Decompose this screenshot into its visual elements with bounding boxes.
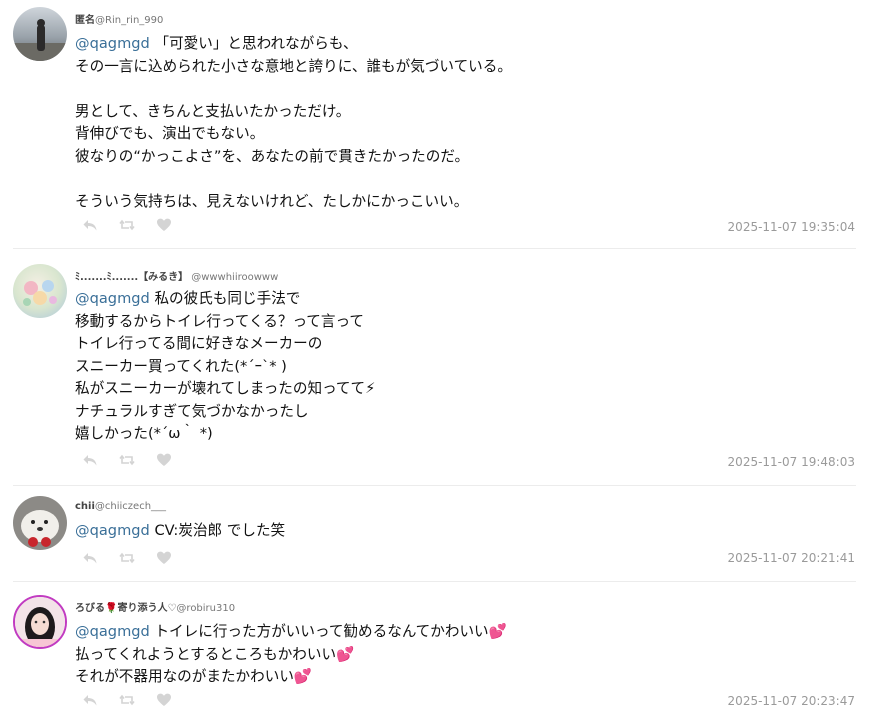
heart-icon[interactable]	[156, 217, 172, 233]
avatar[interactable]	[13, 7, 67, 61]
heart-icon[interactable]	[156, 452, 172, 468]
display-name[interactable]: 匿名	[75, 15, 95, 26]
tweet-line: 払ってくれようとするところもかわいい💕	[75, 645, 355, 663]
tweet-line: トイレに行った方がいいって勧めるなんてかわいい💕	[149, 623, 507, 640]
tweet-1: 匿名@Rin_rin_990 @qagmgd 「可愛い」と思われながらも、 その…	[0, 0, 873, 248]
user-handle[interactable]: @wwwhiiroowww	[191, 272, 278, 283]
display-name[interactable]: ﾐ.......ﾐ.......【みるき】	[75, 272, 188, 283]
tweet-line: そういう気持ちは、見えないけれど、たしかにかっこいい。	[75, 192, 469, 210]
tweet-line: 嬉しかった(*´ω｀ *)	[75, 425, 213, 442]
mention-link[interactable]: @qagmgd	[75, 522, 150, 539]
tweet-line: その一言に込められた小さな意地と誇りに、誰もが気づいている。	[75, 57, 512, 75]
reply-icon[interactable]	[82, 692, 98, 708]
user-handle[interactable]: @Rin_rin_990	[95, 15, 163, 26]
tweet-line: 私の彼氏も同じ手法で	[149, 290, 301, 307]
mention-link[interactable]: @qagmgd	[75, 35, 150, 52]
heart-icon[interactable]	[156, 550, 172, 566]
retweet-icon[interactable]	[119, 217, 135, 233]
reply-icon[interactable]	[82, 217, 98, 233]
reply-icon[interactable]	[82, 550, 98, 566]
tweet-2: ﾐ.......ﾐ.......【みるき】 @wwwhiiroowww @qagm…	[0, 249, 873, 485]
tweet-line: それが不器用なのがまたかわいい💕	[75, 668, 313, 685]
tweet-line: CV:炭治郎 でした笑	[149, 522, 286, 539]
display-name[interactable]: chii	[75, 501, 95, 512]
tweet-line: 男として、きちんと支払いたかっただけ。	[75, 102, 351, 120]
author-line: chii@chiiczech___	[75, 501, 166, 512]
tweet-line: 私がスニーカーが壊れてしまったの知ってて⚡︎	[75, 380, 376, 397]
heart-icon[interactable]	[156, 692, 172, 708]
tweet-line: 彼なりの“かっこよさ”を、あなたの前で貫きたかったのだ。	[75, 147, 470, 165]
tweet-4: ろびる🌹寄り添う人♡@robiru310 @qagmgd トイレに行った方がいい…	[0, 582, 873, 714]
avatar[interactable]	[13, 496, 67, 550]
tweet-text: @qagmgd 私の彼氏も同じ手法で 移動するからトイレ行ってくる？って言って …	[75, 288, 375, 446]
user-handle[interactable]: @robiru310	[176, 603, 235, 614]
retweet-icon[interactable]	[119, 452, 135, 468]
tweet-line: トイレ行ってる間に好きなメーカーの	[75, 335, 323, 352]
avatar[interactable]	[13, 264, 67, 318]
tweet-text: @qagmgd 「可愛い」と思われながらも、 その一言に込められた小さな意地と誇…	[75, 33, 512, 213]
author-line: ろびる🌹寄り添う人♡@robiru310	[75, 599, 235, 614]
mention-link[interactable]: @qagmgd	[75, 623, 150, 640]
timestamp[interactable]: 2025-11-07 19:35:04	[728, 220, 855, 234]
retweet-icon[interactable]	[119, 692, 135, 708]
avatar[interactable]	[13, 595, 67, 649]
tweet-line	[75, 78, 512, 101]
tweet-3: chii@chiiczech___ @qagmgd CV:炭治郎 でした笑 20…	[0, 486, 873, 581]
tweet-line: 「可愛い」と思われながらも、	[149, 35, 358, 52]
author-line: ﾐ.......ﾐ.......【みるき】 @wwwhiiroowww	[75, 268, 278, 283]
timestamp[interactable]: 2025-11-07 20:21:41	[728, 551, 855, 565]
timestamp[interactable]: 2025-11-07 20:23:47	[728, 694, 855, 708]
tweet-line: 移動するからトイレ行ってくる？って言って	[75, 312, 364, 330]
tweet-text: @qagmgd トイレに行った方がいいって勧めるなんてかわいい💕 払ってくれよう…	[75, 621, 507, 689]
reply-icon[interactable]	[82, 452, 98, 468]
tweet-text: @qagmgd CV:炭治郎 でした笑	[75, 520, 285, 543]
timestamp[interactable]: 2025-11-07 19:48:03	[728, 455, 855, 469]
tweet-line: スニーカー買ってくれた(*´ｰ`* )	[75, 357, 287, 375]
tweet-line	[75, 168, 512, 191]
user-handle[interactable]: @chiiczech___	[95, 501, 166, 512]
retweet-icon[interactable]	[119, 550, 135, 566]
mention-link[interactable]: @qagmgd	[75, 290, 150, 307]
tweet-line: ナチュラルすぎて気づかなかったし	[75, 402, 309, 420]
author-line: 匿名@Rin_rin_990	[75, 11, 163, 26]
display-name[interactable]: ろびる🌹寄り添う人♡	[75, 603, 176, 614]
tweet-line: 背伸びでも、演出でもない。	[75, 125, 265, 142]
